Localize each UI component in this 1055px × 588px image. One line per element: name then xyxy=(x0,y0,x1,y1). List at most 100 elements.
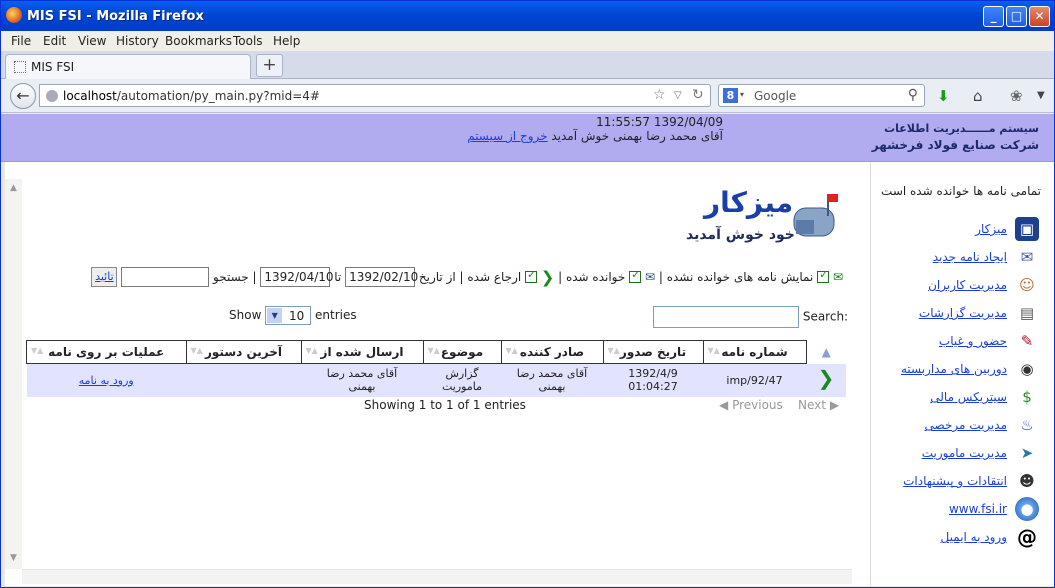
select-chevron-icon: ▼ xyxy=(267,308,283,323)
new-tab-button[interactable]: + xyxy=(256,54,283,77)
menu-file[interactable]: File xyxy=(11,34,31,48)
home-icon[interactable]: ⌂ xyxy=(973,87,983,105)
cell-issuer: آقای محمد رضا بهمنی xyxy=(501,363,603,397)
filter-search-input[interactable] xyxy=(121,267,210,287)
reload-icon[interactable]: ↻ xyxy=(692,87,704,103)
sidebar-item-label: سیتریکس مالی xyxy=(930,390,1007,404)
sidebar-item-label: ایجاد نامه جدید xyxy=(932,250,1007,264)
sidebar-item-label: www.fsi.ir xyxy=(948,502,1007,516)
monitor-icon: ▣ xyxy=(1015,217,1039,241)
search-placeholder: Google xyxy=(754,89,797,103)
menu-view[interactable]: View xyxy=(78,34,106,48)
cell-number: imp/92/47 xyxy=(703,363,806,397)
unread-mail-icon: ✉ xyxy=(832,270,843,284)
table-info: Showing 1 to 1 of 1 entries xyxy=(364,398,526,412)
sort-icon: ▲▼ xyxy=(190,346,203,355)
scroll-down-icon[interactable]: ▼ xyxy=(7,553,20,566)
cell-issuer-line2: بهمنی xyxy=(538,380,566,394)
google-icon: 8 xyxy=(723,88,738,103)
from-date-input[interactable]: 1392/02/10 xyxy=(345,267,418,287)
expand-arrow-icon[interactable]: ❮ xyxy=(818,366,835,390)
col-letter-number[interactable]: شماره نامه ▲▼ xyxy=(702,340,807,364)
sidebar-item-cameras[interactable]: ◉ دوربین های مداربسته xyxy=(881,357,1041,383)
page-length-value: 10 xyxy=(288,309,305,323)
logout-link[interactable]: خروج از سیستم xyxy=(467,129,547,143)
magnifier-icon[interactable]: ⚲ xyxy=(908,87,918,103)
read-label: خوانده شده | xyxy=(558,270,626,284)
sidebar-item-workspace[interactable]: ▣ میزکار xyxy=(881,217,1041,243)
read-mail-icon: ✉ xyxy=(644,270,656,284)
sidebar-item-attendance[interactable]: ✎ حضور و غیاب xyxy=(881,329,1041,355)
previous-arrow-icon[interactable]: ◀ xyxy=(719,398,728,412)
page-length-select[interactable]: ▼ 10 xyxy=(265,306,312,325)
dropdown-icon[interactable]: ▽ xyxy=(674,90,682,101)
read-checkbox[interactable] xyxy=(629,268,642,283)
unread-checkbox[interactable] xyxy=(817,268,830,283)
download-icon[interactable]: ⬇ xyxy=(937,87,950,105)
sidebar-item-new-letter[interactable]: ✉ ایجاد نامه جدید xyxy=(881,245,1041,271)
close-button[interactable]: ✕ xyxy=(1029,6,1050,27)
menu-chevron-icon[interactable]: ▼ xyxy=(1037,90,1045,101)
logo-title: میزکار xyxy=(704,186,794,219)
sidebar-item-leave[interactable]: ♨ مدیریت مرخصی xyxy=(881,413,1041,439)
sort-icon: ▲▼ xyxy=(427,346,440,355)
sidebar-item-finance[interactable]: $ سیتریکس مالی xyxy=(881,385,1041,411)
col-subject[interactable]: موضوع ▲▼ xyxy=(422,340,502,364)
bookmark-star-icon[interactable]: ☆ xyxy=(653,87,666,103)
cell-date-line2: 01:04:27 xyxy=(628,380,678,394)
cell-last-order xyxy=(186,363,301,397)
welcome-text: آقای محمد رضا بهمنی خوش آمدید xyxy=(551,129,723,143)
horizontal-scrollbar[interactable] xyxy=(22,569,852,584)
back-button[interactable]: ← xyxy=(10,83,36,109)
next-button[interactable]: Next xyxy=(798,398,826,412)
sidebar-item-feedback[interactable]: ☻ انتقادات و پیشنهادات xyxy=(881,469,1041,495)
tab-bar: MIS FSI + xyxy=(1,51,1054,79)
chevron-down-icon[interactable]: ▾ xyxy=(740,90,744,99)
table-row: ❮ imp/92/47 1392/4/9 01:04:27 آقای محمد ر… xyxy=(26,363,846,397)
menu-history[interactable]: History xyxy=(116,34,159,48)
cell-subject-line2: ماموریت xyxy=(442,380,482,394)
menu-tools[interactable]: Tools xyxy=(233,34,263,48)
address-bar[interactable]: localhost/automation/py_main.py?mid=4# ☆… xyxy=(39,84,711,107)
col-sent-from[interactable]: ارسال شده از ▲▼ xyxy=(300,340,424,364)
search-box[interactable]: 8 ▾ Google ⚲ xyxy=(718,84,925,107)
col-last-order[interactable]: آخرین دستور ▲▼ xyxy=(185,340,302,364)
sidebar-item-email[interactable]: @ ورود به ایمیل xyxy=(881,525,1041,551)
vertical-scrollbar[interactable]: ▲ ▼ xyxy=(5,179,22,569)
col-issuer[interactable]: صادر کننده ▲▼ xyxy=(500,340,604,364)
menu-help[interactable]: Help xyxy=(273,34,300,48)
open-letter-link[interactable]: ورود به نامه xyxy=(79,374,134,387)
tab-mis-fsi[interactable]: MIS FSI xyxy=(5,54,251,79)
unread-status: تمامی نامه ها خوانده شده است xyxy=(881,184,1041,198)
scroll-up-icon[interactable]: ▲ xyxy=(7,183,20,196)
expand-row-cell[interactable]: ❮ xyxy=(806,363,846,397)
sidebar-item-reports[interactable]: ▤ مدیریت گزارشات xyxy=(881,301,1041,327)
window-title: MIS FSI - Mozilla Firefox xyxy=(27,9,204,24)
table-search-input[interactable] xyxy=(653,306,799,328)
menu-edit[interactable]: Edit xyxy=(43,34,66,48)
col-label: عملیات بر روی نامه xyxy=(48,345,165,359)
sidebar-item-users[interactable]: ☺ مدیریت کاربران xyxy=(881,273,1041,299)
previous-button[interactable]: Previous xyxy=(732,398,783,412)
referred-checkbox[interactable] xyxy=(525,268,538,283)
tab-title: MIS FSI xyxy=(31,60,75,74)
to-date-input[interactable]: 1392/04/10 xyxy=(260,267,334,287)
sidebar-item-website[interactable]: ● www.fsi.ir xyxy=(881,497,1041,523)
col-issue-date[interactable]: تاریخ صدور ▲▼ xyxy=(602,340,704,364)
col-actions[interactable]: عملیات بر روی نامه ▲▼ xyxy=(26,340,187,364)
unread-label: نمایش نامه های خوانده نشده | xyxy=(658,270,814,284)
search-label: | جستجو xyxy=(213,270,257,284)
welcome-message: آقای محمد رضا بهمنی خوش آمدید خروج از سی… xyxy=(421,129,723,143)
sidebar-item-mission[interactable]: ➤ مدیریت ماموریت xyxy=(881,441,1041,467)
confirm-button[interactable]: تائید xyxy=(91,267,118,287)
next-arrow-icon[interactable]: ▶ xyxy=(830,398,839,412)
menu-bookmarks[interactable]: Bookmarks xyxy=(165,34,232,48)
minimize-button[interactable]: _ xyxy=(983,6,1004,27)
cell-actions: ورود به نامه xyxy=(26,363,186,397)
maximize-button[interactable]: □ xyxy=(1006,6,1027,27)
referred-arrow-icon: ❮ xyxy=(540,267,555,287)
col-label: آخرین دستور xyxy=(205,345,282,359)
site-header: 11:55:57 1392/04/09 آقای محمد رضا بهمنی … xyxy=(1,114,1054,162)
addon-icon[interactable]: ❀ xyxy=(1010,87,1023,105)
col-label: شماره نامه xyxy=(721,345,788,359)
